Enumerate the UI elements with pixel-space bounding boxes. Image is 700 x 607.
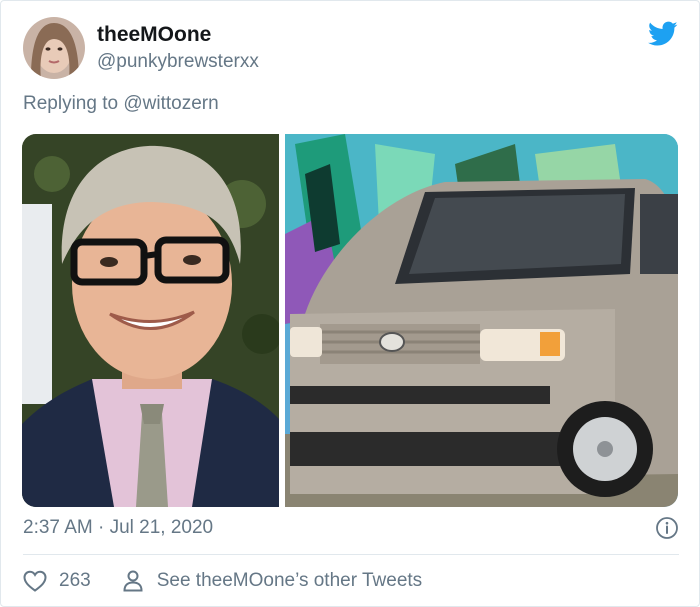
reply-context: Replying to @wittozern — [23, 93, 219, 115]
display-name[interactable]: theeMOone — [97, 23, 211, 47]
media-grid — [22, 134, 678, 507]
like-count: 263 — [59, 570, 91, 591]
reply-mention-link[interactable]: @wittozern — [123, 93, 218, 114]
see-other-tweets-label: See theeMOone’s other Tweets — [156, 570, 423, 591]
heart-icon — [23, 570, 47, 592]
divider — [23, 554, 679, 555]
tweet-actions: 263 See theeMOone’s other Tweets — [23, 567, 422, 595]
photo-silver-car[interactable] — [285, 134, 678, 507]
photo-man-with-glasses[interactable] — [22, 134, 279, 507]
tweet-timestamp[interactable]: 2:37 AM · Jul 21, 2020 — [23, 517, 213, 539]
reply-prefix: Replying to — [23, 93, 119, 114]
see-other-tweets-link[interactable]: See theeMOone’s other Tweets — [123, 570, 422, 592]
twitter-bird-icon[interactable] — [648, 21, 678, 47]
avatar[interactable] — [23, 17, 85, 79]
tweet-card: theeMOone @punkybrewsterxx Replying to @… — [0, 0, 700, 607]
user-handle[interactable]: @punkybrewsterxx — [97, 51, 259, 73]
like-button[interactable]: 263 — [23, 570, 91, 592]
info-icon[interactable] — [655, 516, 679, 540]
person-icon — [123, 570, 143, 592]
